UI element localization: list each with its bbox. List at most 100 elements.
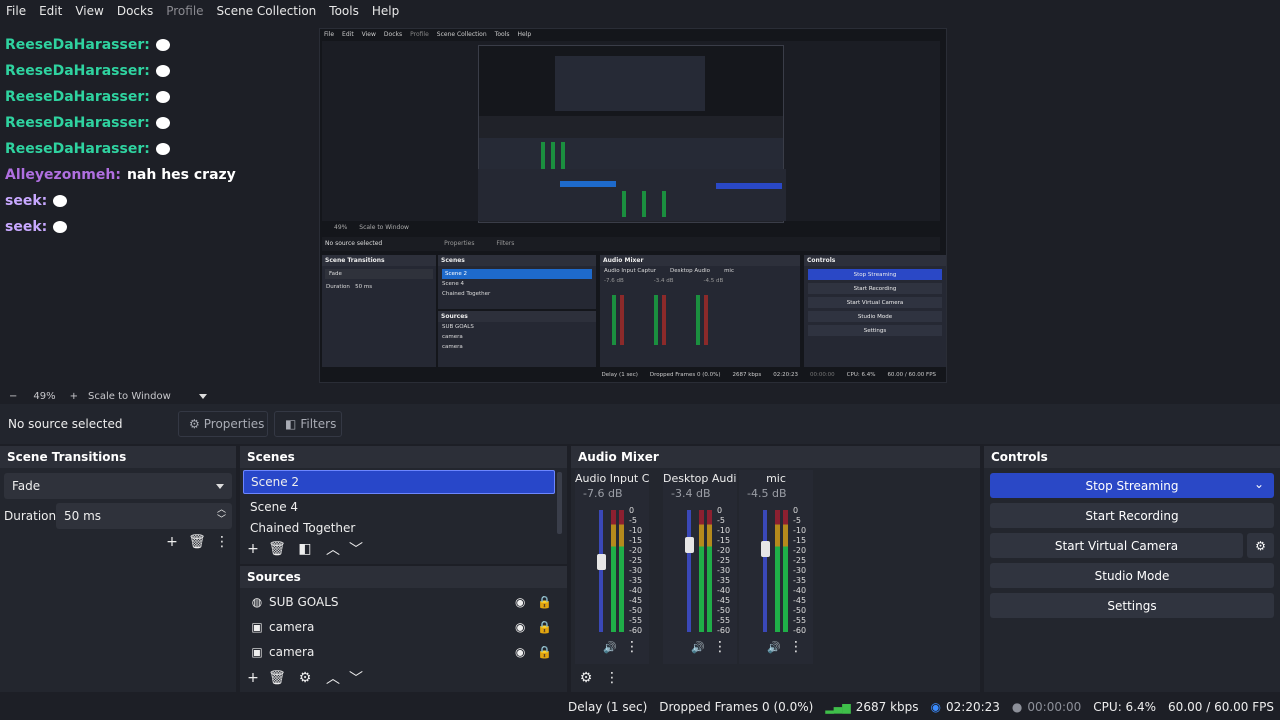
volume-slider-handle[interactable] <box>685 537 694 554</box>
nested-propbar: No source selected Properties Filters <box>322 237 940 251</box>
volume-slider[interactable] <box>687 510 691 632</box>
scene-filters-button[interactable]: ◧ <box>296 540 314 558</box>
chat-line: ReeseDaHarasser: <box>5 84 236 110</box>
mixer-menu-button[interactable]: ⋮ <box>603 669 621 687</box>
source-item[interactable]: ▣ camera ◉ 🔒 <box>243 615 563 639</box>
gear-icon: ⚙ <box>189 417 200 431</box>
channel-menu-button[interactable]: ⋮ <box>711 638 729 656</box>
scene-item[interactable]: Chained Together <box>243 520 555 536</box>
dock-title: Sources <box>240 566 567 588</box>
menu-help[interactable]: Help <box>372 4 399 18</box>
lock-icon[interactable]: 🔒 <box>537 645 552 659</box>
mute-button[interactable]: 🔊 <box>601 638 619 656</box>
zoom-in-button[interactable]: + <box>70 391 78 402</box>
chat-line: ReeseDaHarasser: <box>5 58 236 84</box>
channel-menu-button[interactable]: ⋮ <box>787 638 805 656</box>
chat-username: ReeseDaHarasser: <box>5 89 150 105</box>
audio-level-meter <box>619 510 624 632</box>
menu-profile[interactable]: Profile <box>166 4 203 18</box>
lock-icon[interactable]: 🔒 <box>537 620 552 634</box>
nested-preview-capture: File Edit View Docks Profile Scene Collection… <box>319 28 947 383</box>
move-source-down-button[interactable]: ﹀ <box>347 669 365 687</box>
channel-volume-db: -3.4 dB <box>671 487 711 500</box>
spin-arrows-icon[interactable]: ︿ ﹀ <box>217 505 226 525</box>
filter-icon: ◧ <box>298 541 312 557</box>
mixer-channel: mic -4.5 dB 0 -5 -10 -15 -20 -25 -30 -35 -40 -45 -50… <box>739 470 813 664</box>
volume-slider[interactable] <box>763 510 767 632</box>
add-source-button[interactable]: + <box>244 669 262 687</box>
chevron-down-icon[interactable]: ⌄ <box>1254 477 1264 491</box>
chevron-down-icon[interactable] <box>198 393 207 399</box>
menu-file[interactable]: File <box>6 4 26 18</box>
menu-view[interactable]: View <box>75 4 103 18</box>
menu-scene-collection[interactable]: Scene Collection <box>217 4 317 18</box>
scenes-scrollbar[interactable] <box>557 472 562 534</box>
db-scale-tick: 0 <box>629 506 635 515</box>
dock-sources: Sources ◍ SUB GOALS ◉ 🔒 ▣ camera ◉ 🔒 ▣ c… <box>240 566 567 692</box>
studio-mode-button[interactable]: Studio Mode <box>990 563 1274 588</box>
transition-menu-button[interactable]: ⋮ <box>213 533 231 551</box>
add-scene-button[interactable]: + <box>244 540 262 558</box>
lock-icon[interactable]: 🔒 <box>537 595 552 609</box>
stop-streaming-button[interactable]: Stop Streaming ⌄ <box>990 473 1274 498</box>
advanced-audio-button[interactable]: ⚙ <box>577 669 595 687</box>
db-scale-tick: -35 <box>629 576 643 585</box>
properties-button[interactable]: ⚙ Properties <box>178 411 268 437</box>
scene-item[interactable]: Scene 2 <box>243 470 555 494</box>
volume-slider-handle[interactable] <box>597 554 606 571</box>
signal-bars-icon: ▂▄▆ <box>825 700 851 714</box>
channel-name: Audio Input Captur <box>575 472 649 485</box>
remove-transition-button[interactable]: 🗑 <box>188 533 206 551</box>
eye-icon[interactable]: ◉ <box>515 620 525 634</box>
mute-button[interactable]: 🔊 <box>765 638 783 656</box>
volume-slider[interactable] <box>599 510 603 632</box>
more-vertical-icon: ⋮ <box>625 639 639 655</box>
db-scale-tick: -25 <box>793 556 807 565</box>
chat-username: ReeseDaHarasser: <box>5 37 150 53</box>
source-properties-button[interactable]: ⚙ <box>296 669 314 687</box>
camera-icon: ▣ <box>251 620 263 634</box>
db-scale-tick: -55 <box>717 616 731 625</box>
preview-canvas[interactable]: ReeseDaHarasser: ReeseDaHarasser: ReeseDaH… <box>0 22 1280 388</box>
remove-scene-button[interactable]: 🗑 <box>268 540 286 558</box>
channel-menu-button[interactable]: ⋮ <box>623 638 641 656</box>
source-item[interactable]: ◍ SUB GOALS ◉ 🔒 <box>243 590 563 614</box>
move-scene-down-button[interactable]: ﹀ <box>347 540 365 558</box>
scene-item[interactable]: Scene 4 <box>243 495 555 519</box>
scale-mode-select[interactable]: Scale to Window <box>88 391 171 402</box>
dock-title: Scenes <box>240 446 567 468</box>
start-virtual-camera-button[interactable]: Start Virtual Camera <box>990 533 1243 558</box>
chat-username: seek: <box>5 219 48 235</box>
eye-icon[interactable]: ◉ <box>515 645 525 659</box>
emote-bubble-icon <box>155 143 170 155</box>
status-bar: Delay (1 sec) Dropped Frames 0 (0.0%) ▂▄… <box>0 694 1280 720</box>
duration-spinbox[interactable]: 50 ms ︿ ﹀ <box>56 503 232 529</box>
volume-slider-handle[interactable] <box>761 540 770 557</box>
plus-icon: + <box>247 670 259 686</box>
stream-time-status: ◉ 02:20:23 <box>930 700 1000 714</box>
speaker-icon: 🔊 <box>603 640 617 654</box>
menu-docks[interactable]: Docks <box>117 4 153 18</box>
remove-source-button[interactable]: 🗑 <box>268 669 286 687</box>
virtual-camera-settings-button[interactable]: ⚙ <box>1247 533 1274 558</box>
menu-tools[interactable]: Tools <box>329 4 359 18</box>
add-transition-button[interactable]: + <box>163 533 181 551</box>
start-recording-button[interactable]: Start Recording <box>990 503 1274 528</box>
source-item[interactable]: ▣ camera ◉ 🔒 <box>243 640 563 664</box>
filters-button[interactable]: ◧ Filters <box>274 411 342 437</box>
dock-controls: Controls Stop Streaming ⌄ Start Recordin… <box>984 446 1280 692</box>
menu-edit[interactable]: Edit <box>39 4 62 18</box>
channel-name: mic <box>766 472 786 485</box>
chat-username: ReeseDaHarasser: <box>5 63 150 79</box>
db-scale-tick: -40 <box>717 586 731 595</box>
move-scene-up-button[interactable]: ︿ <box>324 540 342 558</box>
more-vertical-icon: ⋮ <box>605 670 619 686</box>
settings-button[interactable]: Settings <box>990 593 1274 618</box>
mute-button[interactable]: 🔊 <box>689 638 707 656</box>
dock-title: Controls <box>984 446 1280 468</box>
transition-select[interactable]: Fade <box>4 473 232 499</box>
eye-icon[interactable]: ◉ <box>515 595 525 609</box>
move-source-up-button[interactable]: ︿ <box>324 669 342 687</box>
zoom-out-button[interactable]: − <box>9 391 17 402</box>
dock-title: Scene Transitions <box>0 446 236 468</box>
